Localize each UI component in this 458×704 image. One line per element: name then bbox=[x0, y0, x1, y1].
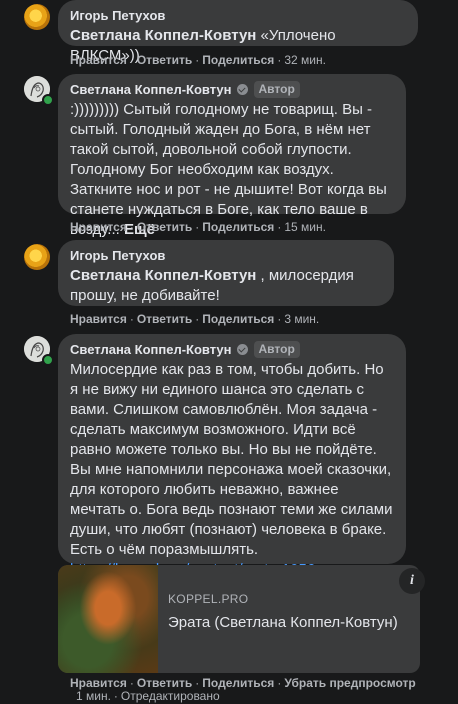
preview-source: KOPPEL.PRO bbox=[168, 592, 249, 606]
link-preview-card[interactable]: KOPPEL.PRO Эрата (Светлана Коппел-Ковтун… bbox=[58, 565, 420, 673]
comment-time[interactable]: 32 мин. bbox=[284, 53, 326, 67]
verified-icon bbox=[236, 344, 248, 355]
avatar[interactable] bbox=[24, 4, 50, 30]
comment-bubble: Светлана Коппел-Ковтун Автор Милосердие к… bbox=[58, 334, 406, 578]
comment-bubble: Игорь Петухов Светлана Коппел-Ковтун «Уп… bbox=[58, 0, 418, 64]
comment-text: Милосердие как раз в том, чтобы добить. … bbox=[70, 360, 394, 580]
comment-time[interactable]: 15 мин. bbox=[284, 220, 326, 234]
online-status-dot bbox=[42, 354, 54, 366]
comment-author[interactable]: Игорь Петухов bbox=[70, 247, 382, 264]
like-button[interactable]: Нравится bbox=[70, 220, 127, 234]
reply-button[interactable]: Ответить bbox=[137, 220, 192, 234]
comment-time[interactable]: 1 мин. bbox=[76, 689, 111, 703]
like-button[interactable]: Нравится bbox=[70, 312, 127, 326]
reply-button[interactable]: Ответить bbox=[137, 53, 192, 67]
share-button[interactable]: Поделиться bbox=[202, 220, 274, 234]
comment-actions: Нравится · Ответить · Поделиться · 3 мин. bbox=[70, 312, 320, 326]
mention-link[interactable]: Светлана Коппел-Ковтун bbox=[70, 27, 256, 44]
online-status-dot bbox=[42, 94, 54, 106]
preview-title[interactable]: Эрата (Светлана Коппел-Ковтун) bbox=[168, 613, 408, 633]
info-icon[interactable]: i bbox=[399, 568, 425, 594]
edited-label[interactable]: Отредактировано bbox=[121, 689, 220, 703]
comment-actions: Нравится · Ответить · Поделиться · 32 мин. bbox=[70, 53, 326, 67]
share-button[interactable]: Поделиться bbox=[202, 312, 274, 326]
comment-meta: 1 мин. · Отредактировано bbox=[76, 689, 220, 703]
comment-actions: Нравится · Ответить · Поделиться · 15 мин. bbox=[70, 220, 326, 234]
verified-icon bbox=[236, 84, 248, 95]
author-badge: Автор bbox=[253, 81, 300, 98]
like-button[interactable]: Нравится bbox=[70, 53, 127, 67]
reply-button[interactable]: Ответить bbox=[137, 312, 192, 326]
avatar[interactable] bbox=[24, 244, 50, 270]
mention-link[interactable]: Светлана Коппел-Ковтун bbox=[70, 267, 256, 284]
preview-thumbnail bbox=[58, 565, 158, 673]
comment-author[interactable]: Светлана Коппел-Ковтун Автор bbox=[70, 341, 394, 358]
comment-text: Светлана Коппел-Ковтун , милосердия прош… bbox=[70, 267, 354, 304]
share-button[interactable]: Поделиться bbox=[202, 53, 274, 67]
remove-preview-button[interactable]: Убрать предпросмотр bbox=[284, 676, 415, 690]
comment-time[interactable]: 3 мин. bbox=[284, 312, 319, 326]
comment-author[interactable]: Светлана Коппел-Ковтун Автор bbox=[70, 81, 394, 98]
comment-bubble: Светлана Коппел-Ковтун Автор :))))))))) С… bbox=[58, 74, 406, 238]
author-badge: Автор bbox=[253, 341, 300, 358]
comment-author[interactable]: Игорь Петухов bbox=[70, 7, 406, 24]
comment-bubble: Игорь Петухов Светлана Коппел-Ковтун , м… bbox=[58, 240, 394, 306]
